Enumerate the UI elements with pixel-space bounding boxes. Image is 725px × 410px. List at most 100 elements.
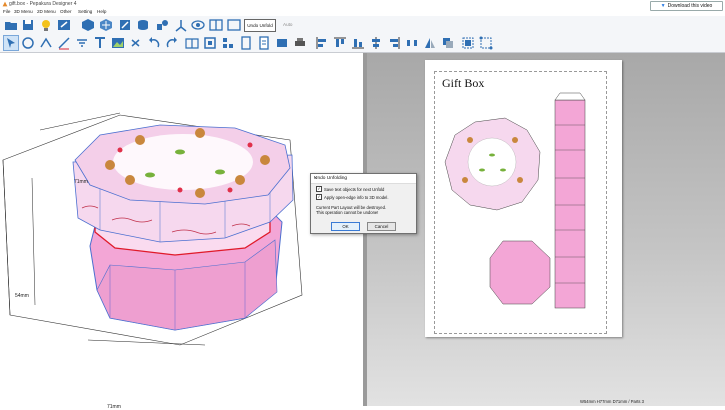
printer-icon (295, 38, 305, 46)
open-button[interactable] (3, 17, 19, 33)
check-icon: ✓ (316, 194, 322, 200)
shape-button[interactable] (154, 17, 170, 33)
dialog-warning: Current Part Layout will be destroyed. T… (316, 205, 387, 215)
undo-icon (149, 37, 160, 48)
rotate-tool-button[interactable] (20, 35, 36, 51)
print-button[interactable] (292, 35, 308, 51)
edit-button[interactable] (117, 17, 133, 33)
menu-help[interactable]: Help (97, 9, 106, 14)
close-icon[interactable]: × (314, 176, 413, 181)
align-center-icon (372, 37, 380, 49)
cursor-icon (7, 38, 15, 48)
menu-file[interactable]: File (3, 9, 10, 14)
status-bar: W54mm H77mm D71mm / Parts 3 (580, 399, 644, 404)
apply-edge-checkbox[interactable]: ✓ Apply open-edge info to 3D model. (316, 194, 388, 200)
arrange-button[interactable] (220, 35, 236, 51)
rotate-icon (22, 37, 34, 49)
cube-button[interactable] (80, 17, 96, 33)
align-bottom-button[interactable] (350, 35, 366, 51)
app-logo-icon (2, 1, 8, 7)
tools-toolbar (0, 34, 725, 53)
cancel-button[interactable]: Cancel (367, 222, 396, 231)
dialog-title-bar: Undo Unfolding × (311, 174, 416, 184)
link-tool-button[interactable] (128, 35, 144, 51)
export-button[interactable] (274, 35, 290, 51)
page-button[interactable] (238, 35, 254, 51)
image-tool-button[interactable] (110, 35, 126, 51)
group-icon (462, 37, 474, 49)
align-left-icon (316, 37, 326, 49)
folder-icon (5, 22, 17, 30)
align-bottom-icon (352, 39, 364, 49)
dimension-bottom: 71mm (107, 404, 121, 410)
undo-button[interactable] (146, 35, 162, 51)
cylinder-icon (138, 20, 148, 30)
book-button[interactable] (184, 35, 200, 51)
single-view-button[interactable] (226, 17, 242, 33)
pencil-icon (120, 20, 130, 30)
align-right-button[interactable] (386, 35, 402, 51)
shape-icon (157, 20, 168, 30)
check-icon: ✓ (316, 186, 322, 192)
text-tool-button[interactable] (92, 35, 108, 51)
redo-icon (166, 37, 177, 48)
single-view-icon (227, 19, 241, 31)
menu-other[interactable]: Other (60, 9, 72, 14)
download-icon: ▼ (660, 3, 666, 9)
group-button[interactable] (460, 35, 476, 51)
page-setup-button[interactable] (256, 35, 272, 51)
flip-button[interactable] (422, 35, 438, 51)
dimension-side: 54mm (15, 293, 29, 299)
arrange-icon (223, 38, 233, 48)
cube-icon (82, 19, 94, 31)
title-bar: gift.box - Pepakura Designer 4 ▼ Downloa… (0, 0, 725, 11)
align-left-button[interactable] (314, 35, 330, 51)
auto-label[interactable]: Auto (283, 22, 292, 27)
link-icon (131, 39, 140, 47)
flap-tool-button[interactable] (74, 35, 90, 51)
axis-button[interactable] (173, 17, 189, 33)
download-video-button[interactable]: ▼ Download this video (650, 1, 723, 11)
image-icon (112, 38, 124, 48)
unfolded-pattern (444, 92, 586, 309)
move-icon (100, 19, 112, 31)
menu-3d[interactable]: 3D Menu (14, 9, 33, 14)
unfold-icon (58, 20, 70, 30)
fit-button[interactable] (202, 35, 218, 51)
menu-setting[interactable]: Setting (78, 9, 92, 14)
eye-icon (191, 20, 205, 30)
ungroup-button[interactable] (478, 35, 494, 51)
bulb-button[interactable] (38, 17, 54, 33)
unfold-button[interactable] (56, 17, 72, 33)
menu-2d[interactable]: 2D Menu (37, 9, 56, 14)
paper-title: Gift Box (442, 76, 485, 90)
3d-view[interactable]: 71mm 54mm 71mm (0, 53, 363, 410)
split-view-button[interactable] (208, 17, 224, 33)
fold-tool-button[interactable] (38, 35, 54, 51)
ok-button[interactable]: OK (331, 222, 360, 231)
fit-icon (204, 37, 216, 49)
undo-unfold-button[interactable]: Undo Unfold (244, 19, 276, 32)
redo-button[interactable] (164, 35, 180, 51)
undo-unfolding-dialog: Undo Unfolding × ✓ Save text objects for… (310, 173, 417, 234)
distribute-button[interactable] (404, 35, 420, 51)
page-icon (241, 36, 251, 50)
cylinder-button[interactable] (135, 17, 151, 33)
book-icon (185, 38, 199, 49)
ungroup-icon (479, 36, 493, 50)
select-tool-button[interactable] (3, 35, 19, 51)
move-button[interactable] (98, 17, 114, 33)
flap-icon (77, 39, 87, 47)
bulb-icon (42, 20, 50, 31)
align-center-button[interactable] (368, 35, 384, 51)
align-top-button[interactable] (332, 35, 348, 51)
save-button[interactable] (20, 17, 36, 33)
save-text-checkbox[interactable]: ✓ Save text objects for next Unfold (316, 186, 384, 192)
align-right-icon (390, 37, 400, 49)
floppy-icon (23, 20, 33, 30)
view-button[interactable] (190, 17, 206, 33)
line-tool-button[interactable] (56, 35, 72, 51)
app-title: gift.box - Pepakura Designer 4 (9, 1, 77, 7)
bring-front-button[interactable] (440, 35, 456, 51)
fold-icon (40, 37, 52, 48)
